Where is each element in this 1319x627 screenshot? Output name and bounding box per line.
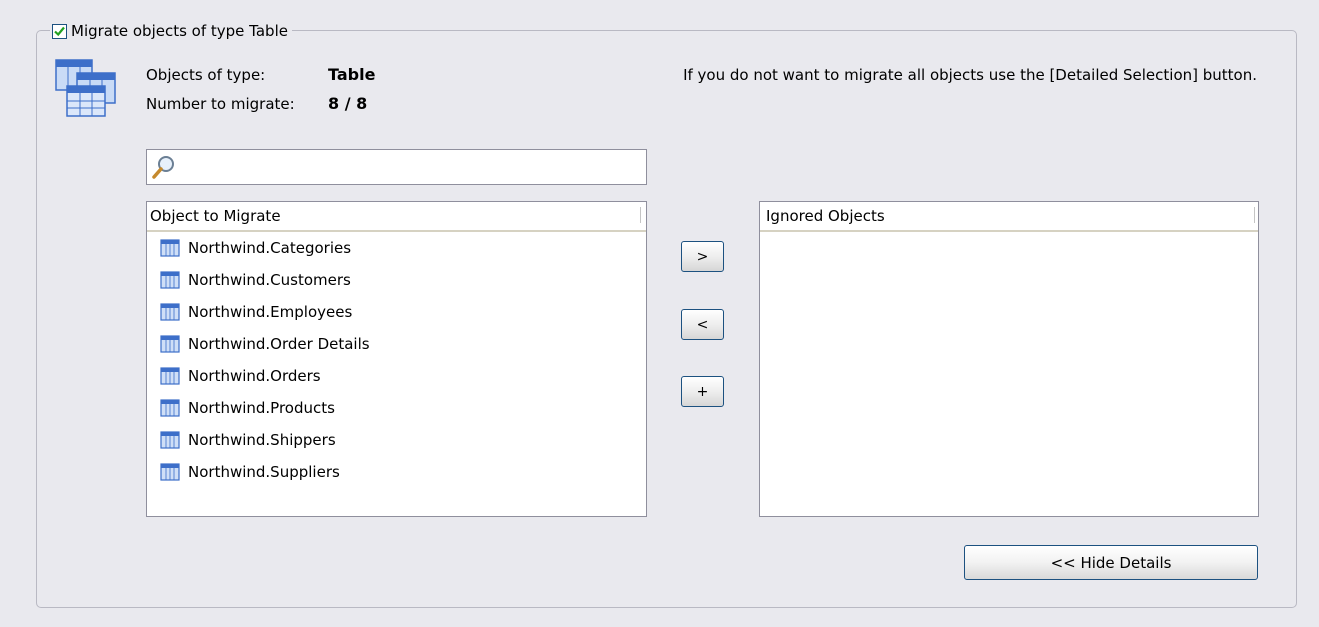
group-title: Migrate objects of type Table (71, 22, 288, 40)
objects-to-migrate-list[interactable]: Object to Migrate Northwind.Categories No… (146, 201, 647, 517)
list-item-label: Northwind.Customers (188, 271, 351, 289)
hide-details-button[interactable]: << Hide Details (964, 545, 1258, 580)
table-icon (160, 271, 180, 289)
list-item-label: Northwind.Products (188, 399, 335, 417)
table-stack-icon (55, 59, 116, 117)
number-to-migrate-value: 8 / 8 (328, 94, 368, 113)
checkmark-icon (54, 26, 65, 36)
list-item[interactable]: Northwind.Products (147, 392, 646, 424)
search-input[interactable] (146, 149, 647, 185)
list-item[interactable]: Northwind.Order Details (147, 328, 646, 360)
table-icon (160, 367, 180, 385)
list-item-label: Northwind.Orders (188, 367, 321, 385)
list-item[interactable]: Northwind.Categories (147, 232, 646, 264)
list-item[interactable]: Northwind.Orders (147, 360, 646, 392)
column-header-label: Ignored Objects (766, 207, 885, 225)
list-item[interactable]: Northwind.Shippers (147, 424, 646, 456)
migrate-checkbox[interactable] (52, 23, 67, 39)
move-left-button[interactable]: < (681, 309, 724, 340)
list-item-label: Northwind.Categories (188, 239, 352, 257)
table-icon (160, 303, 180, 321)
column-separator (1254, 207, 1255, 223)
ignored-objects-list[interactable]: Ignored Objects (759, 201, 1259, 517)
column-separator (640, 207, 641, 223)
detailed-selection-hint: If you do not want to migrate all object… (683, 66, 1257, 84)
add-button[interactable]: + (681, 376, 724, 407)
column-header-label: Object to Migrate (150, 207, 281, 225)
magnifier-icon (152, 156, 174, 179)
table-icon (160, 399, 180, 417)
column-header-object-to-migrate[interactable]: Object to Migrate (147, 202, 646, 232)
table-icon (160, 239, 180, 257)
group-legend: Migrate objects of type Table (50, 21, 292, 41)
list-item[interactable]: Northwind.Customers (147, 264, 646, 296)
table-icon (160, 335, 180, 353)
table-icon (160, 431, 180, 449)
table-icon (160, 463, 180, 481)
move-right-button[interactable]: > (681, 241, 724, 272)
list-item[interactable]: Northwind.Suppliers (147, 456, 646, 488)
objects-type-value: Table (328, 65, 376, 84)
column-header-ignored-objects[interactable]: Ignored Objects (760, 202, 1258, 232)
list-item[interactable]: Northwind.Employees (147, 296, 646, 328)
migrate-items: Northwind.Categories Northwind.Customers N… (147, 232, 646, 488)
number-to-migrate-label: Number to migrate: (146, 95, 295, 113)
list-item-label: Northwind.Shippers (188, 431, 336, 449)
list-item-label: Northwind.Order Details (188, 335, 370, 353)
list-item-label: Northwind.Employees (188, 303, 353, 321)
objects-type-label: Objects of type: (146, 66, 266, 84)
list-item-label: Northwind.Suppliers (188, 463, 340, 481)
